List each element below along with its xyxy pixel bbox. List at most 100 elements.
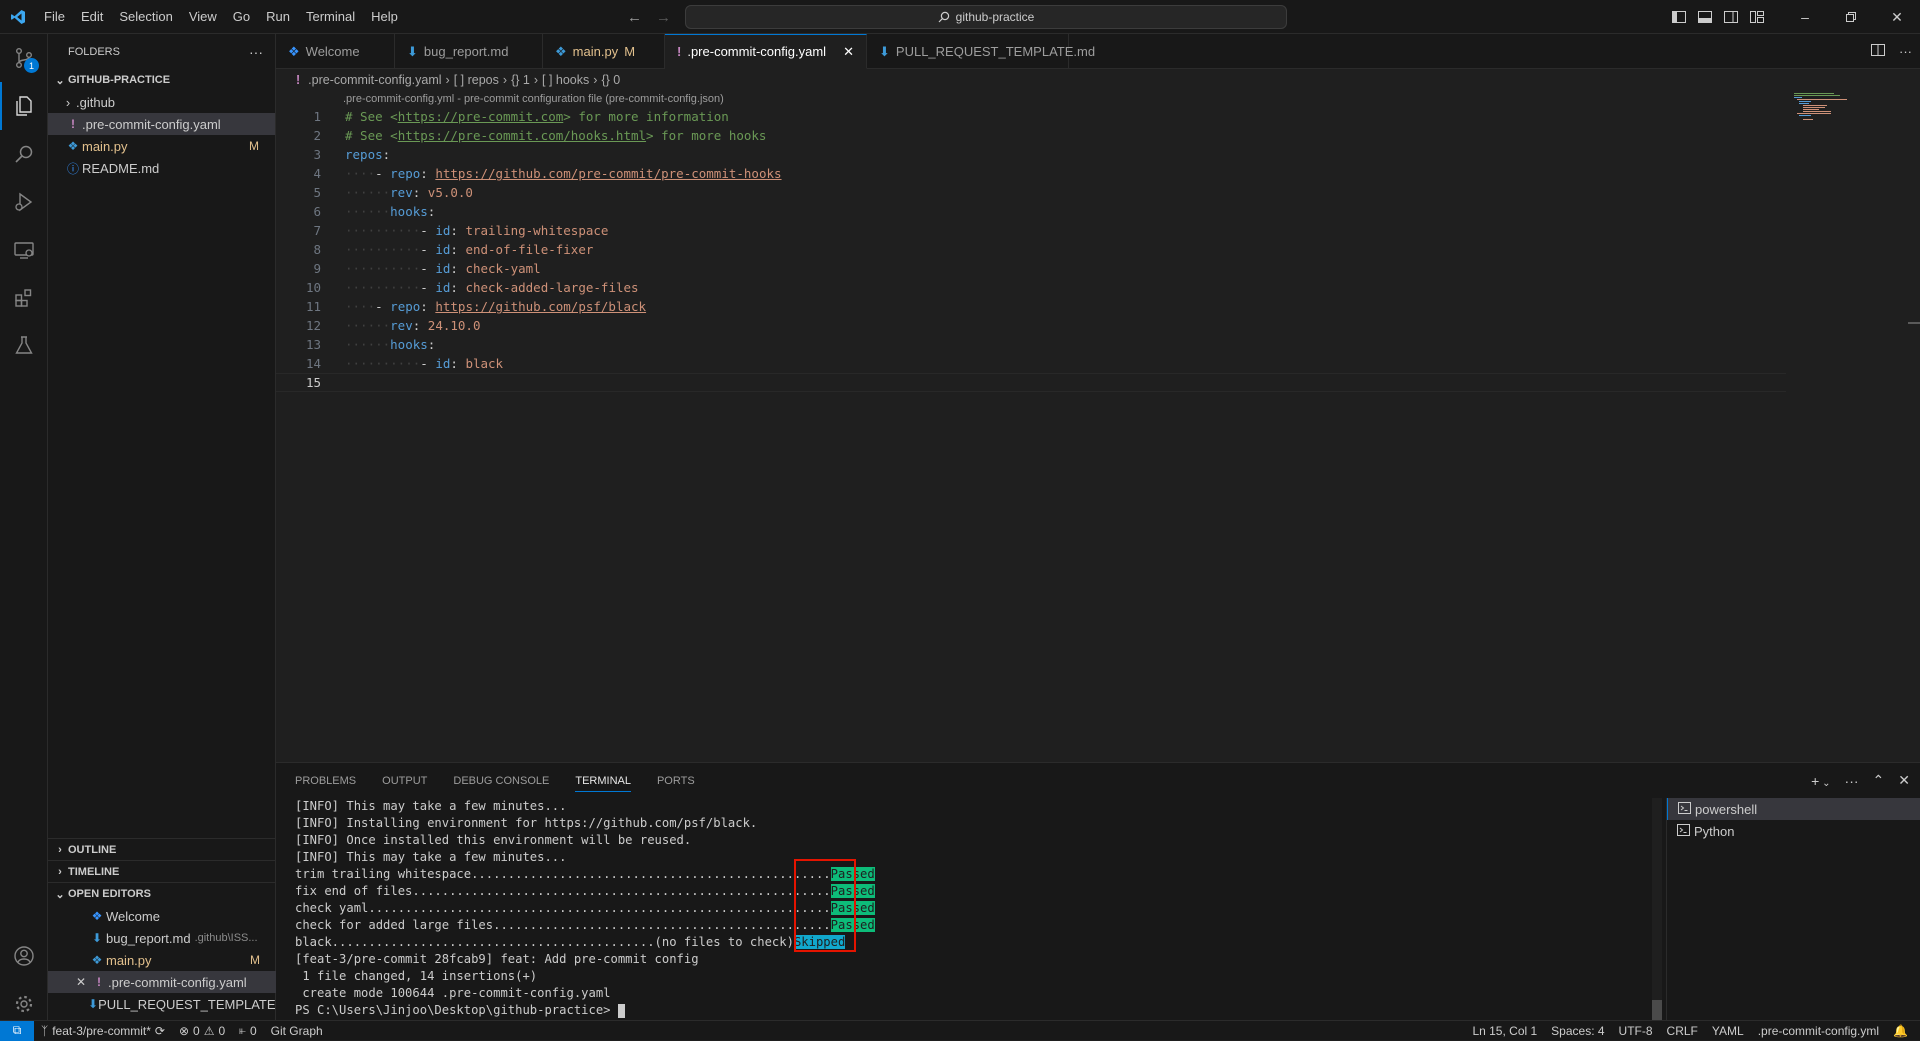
remote-explorer-icon[interactable] — [0, 226, 48, 274]
menu-selection[interactable]: Selection — [111, 0, 180, 34]
notifications-bell-icon[interactable]: 🔔 — [1886, 1024, 1920, 1038]
open-editor-label: bug_report.md — [106, 930, 191, 946]
status-schema[interactable]: .pre-commit-config.yml — [1751, 1024, 1886, 1038]
remote-indicator-icon[interactable]: ⧉ — [0, 1020, 34, 1041]
open-editor-welcome[interactable]: ❖ Welcome — [48, 905, 276, 927]
terminal-line: [INFO] Once installed this environment w… — [295, 833, 692, 847]
customize-layout-icon[interactable] — [1744, 11, 1770, 23]
status-eol[interactable]: CRLF — [1660, 1024, 1705, 1038]
open-editors-header[interactable]: ⌄ OPEN EDITORS — [48, 883, 276, 905]
status-language[interactable]: YAML — [1705, 1024, 1751, 1038]
breadcrumb-repo-1[interactable]: {} 1 — [511, 73, 530, 87]
code-link[interactable]: https://github.com/pre-commit/pre-commit… — [435, 166, 781, 181]
tree-item-main-py[interactable]: ❖ main.py M — [48, 135, 275, 157]
breadcrumb-file[interactable]: .pre-commit-config.yaml — [308, 73, 441, 87]
folder-root[interactable]: ⌄ GITHUB-PRACTICE — [48, 69, 275, 91]
menu-file[interactable]: File — [36, 0, 73, 34]
breadcrumb-repos[interactable]: [ ] repos — [454, 73, 499, 87]
tree-item-label: README.md — [82, 160, 160, 176]
menu-go[interactable]: Go — [225, 0, 258, 34]
accounts-icon[interactable] — [0, 932, 48, 980]
code-link[interactable]: https://github.com/psf/black — [435, 299, 646, 314]
menu-view[interactable]: View — [181, 0, 225, 34]
forward-arrow-icon[interactable]: → — [656, 9, 671, 26]
menu-edit[interactable]: Edit — [73, 0, 111, 34]
open-editor-main-py[interactable]: ❖ main.py M — [48, 949, 276, 971]
status-encoding[interactable]: UTF-8 — [1612, 1024, 1660, 1038]
code-line: 10 ··········- id: check-added-large-file… — [305, 280, 639, 295]
new-terminal-plus-icon[interactable]: + ⌄ — [1811, 773, 1830, 789]
schema-codelens[interactable]: .pre-commit-config.yml - pre-commit conf… — [343, 93, 724, 105]
tab-ports[interactable]: PORTS — [657, 763, 707, 798]
explorer-icon[interactable] — [0, 82, 48, 130]
open-editor-pr-template[interactable]: ⬇ PULL_REQUEST_TEMPLATE... — [48, 993, 276, 1015]
split-editor-icon[interactable] — [1871, 44, 1885, 59]
terminal-output[interactable]: [INFO] This may take a few minutes... [I… — [295, 798, 875, 1019]
tab-precommit-config[interactable]: ! .pre-commit-config.yaml ✕ — [665, 34, 867, 69]
tab-welcome[interactable]: ❖ Welcome — [276, 34, 395, 69]
run-debug-icon[interactable] — [0, 178, 48, 226]
menu-run[interactable]: Run — [258, 0, 298, 34]
tab-terminal[interactable]: TERMINAL — [575, 763, 643, 798]
minimize-icon[interactable]: – — [1782, 0, 1828, 34]
terminal-scrollbar[interactable] — [1652, 798, 1662, 1020]
title-bar: File Edit Selection View Go Run Terminal… — [0, 0, 1920, 34]
command-center[interactable]: github-practice — [685, 5, 1287, 29]
status-problems[interactable]: ⊗ 0 ⚠ 0 — [172, 1024, 232, 1038]
open-editor-precommit-config[interactable]: ✕ ! .pre-commit-config.yaml — [48, 971, 276, 993]
status-git-graph[interactable]: Git Graph — [264, 1024, 330, 1038]
outline-section[interactable]: › OUTLINE — [48, 838, 276, 861]
maximize-panel-chevron-up-icon[interactable]: ⌃ — [1873, 772, 1885, 789]
status-ports[interactable]: ⫦ 0 — [232, 1023, 263, 1038]
tab-pr-template[interactable]: ⬇ PULL_REQUEST_TEMPLATE.md — [867, 34, 1095, 69]
tab-bug-report[interactable]: ⬇ bug_report.md — [395, 34, 543, 69]
vscode-logo-icon[interactable] — [0, 0, 36, 34]
tab-output[interactable]: OUTPUT — [382, 763, 439, 798]
tree-item-precommit-config[interactable]: ! .pre-commit-config.yaml — [48, 113, 275, 135]
breadcrumb-hook-0[interactable]: {} 0 — [601, 73, 620, 87]
tree-item-github-folder[interactable]: › .github — [48, 91, 275, 113]
timeline-section[interactable]: › TIMELINE — [48, 860, 276, 883]
tree-item-readme[interactable]: ⓘ README.md — [48, 157, 275, 179]
close-window-icon[interactable]: ✕ — [1874, 0, 1920, 34]
search-sidebar-icon[interactable] — [0, 130, 48, 178]
more-actions-icon[interactable]: ··· — [1899, 44, 1912, 59]
yaml-file-icon: ! — [296, 73, 301, 87]
restore-icon[interactable] — [1828, 0, 1874, 34]
tab-main-py[interactable]: ❖ main.py M — [543, 34, 665, 69]
tab-debug-console[interactable]: DEBUG CONSOLE — [453, 763, 561, 798]
code-link[interactable]: https://pre-commit.com/hooks.html — [398, 128, 646, 143]
menu-help[interactable]: Help — [363, 0, 406, 34]
minimap[interactable] — [1794, 91, 1864, 121]
timeline-label: TIMELINE — [68, 866, 120, 878]
tab-problems[interactable]: PROBLEMS — [295, 763, 368, 798]
chevron-down-icon: ⌄ — [55, 74, 65, 87]
source-control-icon[interactable]: 1 — [0, 34, 48, 82]
toggle-panel-icon[interactable] — [1692, 11, 1718, 23]
status-cursor-position[interactable]: Ln 15, Col 1 — [1465, 1024, 1544, 1038]
toggle-primary-sidebar-icon[interactable] — [1666, 11, 1692, 23]
terminal-item-python[interactable]: Python — [1667, 820, 1920, 842]
code-editor[interactable]: 1 # See <https://pre-commit.com> for more… — [276, 107, 1920, 392]
more-actions-icon[interactable]: ··· — [249, 44, 263, 60]
terminal-item-powershell[interactable]: powershell — [1667, 798, 1920, 820]
more-actions-icon[interactable]: ··· — [1845, 773, 1859, 789]
code-line: 6 ······hooks: — [313, 204, 436, 219]
extensions-icon[interactable] — [0, 274, 48, 322]
toggle-secondary-sidebar-icon[interactable] — [1718, 11, 1744, 23]
open-editor-bug-report[interactable]: ⬇ bug_report.md .github\ISS... — [48, 927, 276, 949]
close-tab-icon[interactable]: ✕ — [843, 44, 854, 60]
error-icon: ⊗ — [178, 1023, 190, 1038]
status-indentation[interactable]: Spaces: 4 — [1544, 1024, 1611, 1038]
back-arrow-icon[interactable]: ← — [627, 9, 642, 26]
menu-terminal[interactable]: Terminal — [298, 0, 363, 34]
code-link[interactable]: https://pre-commit.com — [398, 109, 564, 124]
close-panel-icon[interactable]: ✕ — [1898, 772, 1910, 789]
close-editor-icon[interactable]: ✕ — [72, 975, 90, 989]
terminal-line: 1 file changed, 14 insertions(+) — [295, 969, 538, 983]
terminal-scrollbar-thumb[interactable] — [1652, 1000, 1662, 1020]
testing-flask-icon[interactable] — [0, 322, 48, 370]
breadcrumb-hooks[interactable]: [ ] hooks — [542, 73, 589, 87]
status-right: Ln 15, Col 1 Spaces: 4 UTF-8 CRLF YAML .… — [1465, 1021, 1920, 1041]
status-branch[interactable]: ᛉ feat-3/pre-commit* ⟳ — [34, 1024, 172, 1038]
